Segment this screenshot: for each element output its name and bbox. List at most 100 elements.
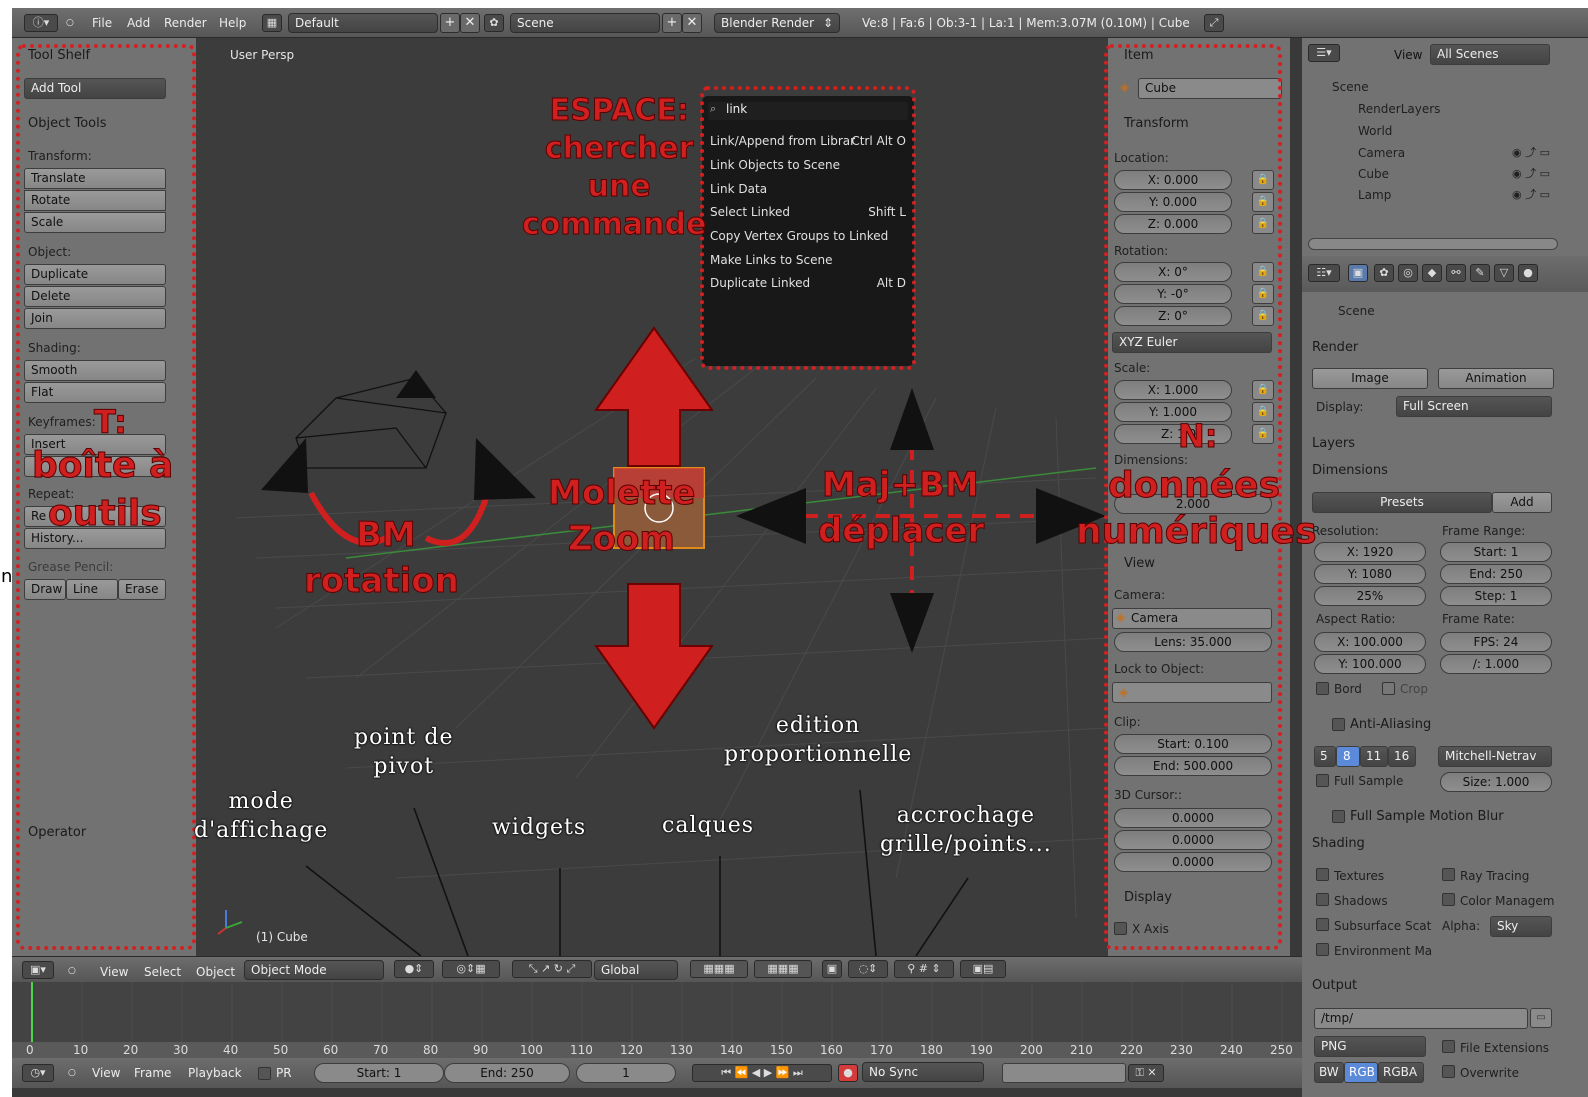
rgba-button[interactable]: RGBA xyxy=(1378,1062,1424,1083)
outliner-view-menu[interactable]: View xyxy=(1394,48,1422,62)
resolution-x-field[interactable]: X: 1920 xyxy=(1314,542,1426,562)
visibility-eye-icon[interactable]: ◉ ⤴ ▭ xyxy=(1512,165,1550,181)
layout-icon[interactable]: ▦ xyxy=(262,14,282,32)
scene-selector[interactable]: Scene xyxy=(510,13,660,33)
overwrite-checkbox[interactable] xyxy=(1442,1065,1455,1078)
motion-blur-section-title[interactable]: Full Sample Motion Blur xyxy=(1350,809,1504,824)
keyframe-icons[interactable]: ⚿ ✕ xyxy=(1128,1064,1164,1082)
outliner-filter-select[interactable]: All Scenes xyxy=(1430,44,1550,65)
pivot-point-icon[interactable]: ◎⇕▦ xyxy=(442,960,500,978)
render-animation-button[interactable]: Animation xyxy=(1438,368,1554,389)
record-icon[interactable]: ● xyxy=(838,1064,858,1082)
current-frame-field[interactable]: 1 xyxy=(576,1063,676,1083)
mode-select[interactable]: Object Mode xyxy=(244,960,384,980)
data-tab-icon[interactable]: ▽ xyxy=(1494,264,1514,282)
layers-grid-1-icon[interactable]: ▦▦▦ xyxy=(690,960,748,978)
subsurface-checkbox[interactable] xyxy=(1316,918,1329,931)
menu-render[interactable]: Render xyxy=(164,16,207,30)
outliner-item-world[interactable]: World xyxy=(1358,124,1392,138)
environment-checkbox[interactable] xyxy=(1316,943,1329,956)
aspect-y-field[interactable]: Y: 100.000 xyxy=(1314,654,1426,674)
fullscreen-icon[interactable]: ⤢ xyxy=(1204,14,1224,32)
aa-filter-select[interactable]: Mitchell-Netrav xyxy=(1438,746,1552,767)
file-extensions-checkbox[interactable] xyxy=(1442,1040,1455,1053)
outliner-item-lamp[interactable]: Lamp xyxy=(1358,188,1391,202)
outliner-item-cube[interactable]: Cube xyxy=(1358,167,1389,181)
bw-button[interactable]: BW xyxy=(1314,1062,1344,1083)
file-format-select[interactable]: PNG xyxy=(1314,1036,1426,1057)
full-sample-checkbox[interactable] xyxy=(1316,774,1329,787)
presets-select[interactable]: Presets xyxy=(1312,492,1492,513)
frame-end-field[interactable]: End: 250 xyxy=(1440,564,1552,584)
render-preview-icon[interactable]: ▣▤ xyxy=(960,960,1006,978)
timeline-area[interactable]: 0 10 20 30 40 50 60 70 80 90 100 110 120 130 140 150 160… xyxy=(12,982,1302,1058)
timeline-editor-icon[interactable]: ◷▾ xyxy=(22,1064,54,1082)
shading-section-title[interactable]: Shading xyxy=(1312,836,1365,851)
timeline-menu-playback[interactable]: Playback xyxy=(188,1066,242,1080)
resolution-y-field[interactable]: Y: 1080 xyxy=(1314,564,1426,584)
scene-add-button[interactable]: + xyxy=(662,13,682,33)
object-tab-icon[interactable]: ◆ xyxy=(1422,264,1442,282)
folder-icon[interactable]: ▭ xyxy=(1530,1008,1552,1028)
timeline-end-field[interactable]: End: 250 xyxy=(444,1063,570,1083)
lock-camera-icon[interactable]: ▣ xyxy=(822,960,842,978)
menu-file[interactable]: File xyxy=(92,16,112,30)
layout-selector[interactable]: Default xyxy=(288,13,438,33)
proportional-editing-icon[interactable]: ◌⇕ xyxy=(848,960,888,978)
keying-set-field[interactable] xyxy=(1002,1063,1126,1083)
preview-range-checkbox[interactable] xyxy=(258,1067,271,1080)
timeline-start-field[interactable]: Start: 1 xyxy=(314,1063,444,1083)
aa-5-button[interactable]: 5 xyxy=(1314,746,1336,767)
textures-checkbox[interactable] xyxy=(1316,868,1329,881)
motion-blur-checkbox[interactable] xyxy=(1332,810,1345,823)
scene-icon[interactable]: ✿ xyxy=(484,14,504,32)
anti-aliasing-section-title[interactable]: Anti-Aliasing xyxy=(1350,717,1431,732)
render-tab-icon[interactable]: ▣ xyxy=(1348,264,1368,282)
border-checkbox[interactable] xyxy=(1316,682,1329,695)
frame-step-field[interactable]: Step: 1 xyxy=(1440,586,1552,606)
visibility-eye-icon[interactable]: ◉ ⤴ ▭ xyxy=(1512,144,1550,160)
collapse-icon[interactable]: ○ xyxy=(66,18,74,28)
output-path-field[interactable]: /tmp/ xyxy=(1314,1008,1528,1029)
crop-checkbox[interactable] xyxy=(1382,682,1395,695)
timeline-menu-frame[interactable]: Frame xyxy=(134,1066,171,1080)
scene-close-icon[interactable]: ✕ xyxy=(682,13,702,33)
transform-orientation-select[interactable]: Global xyxy=(594,960,678,980)
editor-type-icon[interactable]: ⓘ▾ xyxy=(24,14,58,32)
manipulator-widgets-icon[interactable]: ⤡ ↗ ↻ ⤢ xyxy=(512,960,592,978)
menu-help[interactable]: Help xyxy=(219,16,246,30)
timeline-menu-view[interactable]: View xyxy=(92,1066,120,1080)
sync-mode-select[interactable]: No Sync xyxy=(862,1062,984,1082)
menu-view[interactable]: View xyxy=(100,965,128,979)
collapse-icon[interactable]: ○ xyxy=(68,1068,76,1078)
outliner-item-renderlayers[interactable]: RenderLayers xyxy=(1358,102,1440,116)
aa-11-button[interactable]: 11 xyxy=(1360,746,1388,767)
visibility-eye-icon[interactable]: ◉ ⤴ ▭ xyxy=(1512,186,1550,202)
material-tab-icon[interactable]: ● xyxy=(1518,264,1538,282)
ray-tracing-checkbox[interactable] xyxy=(1442,868,1455,881)
properties-editor-icon[interactable]: ☷▾ xyxy=(1308,264,1340,282)
collapse-icon[interactable]: ○ xyxy=(68,966,76,976)
viewport-shading-icon[interactable]: ●⇕ xyxy=(394,960,434,978)
aspect-x-field[interactable]: X: 100.000 xyxy=(1314,632,1426,652)
rgb-button[interactable]: RGB xyxy=(1344,1062,1378,1083)
color-management-checkbox[interactable] xyxy=(1442,893,1455,906)
playback-controls-icon[interactable]: ⏮ ⏪ ◀ ▶ ⏩ ⏭ xyxy=(692,1064,832,1082)
layout-close-icon[interactable]: ✕ xyxy=(460,13,480,33)
shadows-checkbox[interactable] xyxy=(1316,893,1329,906)
aa-checkbox[interactable] xyxy=(1332,718,1345,731)
aa-16-button[interactable]: 16 xyxy=(1388,746,1416,767)
constraints-tab-icon[interactable]: ⚯ xyxy=(1446,264,1466,282)
layout-add-button[interactable]: + xyxy=(440,13,460,33)
snapping-icon[interactable]: ⚲ # ⇕ xyxy=(894,960,954,978)
layers-grid-2-icon[interactable]: ▦▦▦ xyxy=(754,960,812,978)
add-preset-button[interactable]: Add xyxy=(1492,492,1552,513)
world-tab-icon[interactable]: ◎ xyxy=(1398,264,1418,282)
fps-base-field[interactable]: /: 1.000 xyxy=(1440,654,1552,674)
outliner-item-scene[interactable]: Scene xyxy=(1332,80,1369,94)
display-select[interactable]: Full Screen xyxy=(1396,396,1552,417)
layers-section-title[interactable]: Layers xyxy=(1312,436,1355,451)
frame-start-field[interactable]: Start: 1 xyxy=(1440,542,1552,562)
dimensions-section-title[interactable]: Dimensions xyxy=(1312,463,1388,478)
render-section-title[interactable]: Render xyxy=(1312,340,1358,355)
